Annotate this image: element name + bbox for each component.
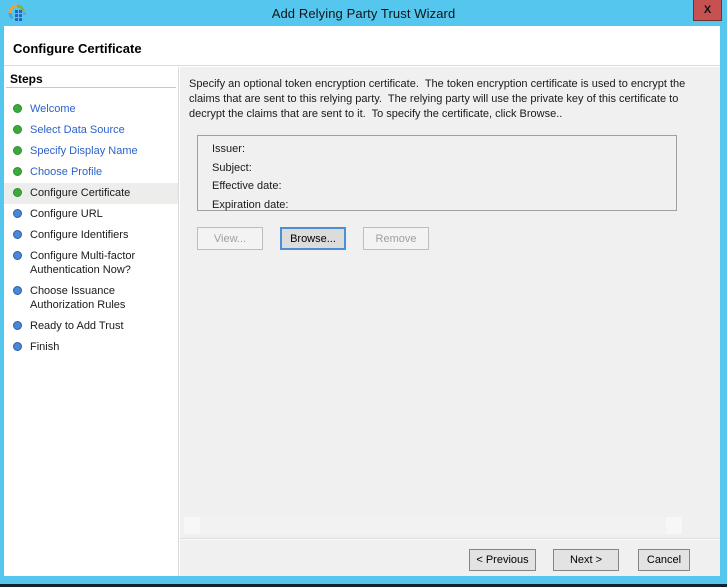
content-panel: Specify an optional token encryption cer… (180, 67, 720, 576)
step-item-select-data-source[interactable]: Select Data Source (4, 120, 178, 141)
step-pending-icon (13, 209, 22, 218)
step-label: Finish (30, 341, 60, 353)
step-item-specify-display-name[interactable]: Specify Display Name (4, 141, 178, 162)
step-item-configure-url: Configure URL (4, 204, 178, 225)
steps-title: Steps (10, 72, 43, 86)
scroll-left-button[interactable] (184, 517, 200, 534)
step-pending-icon (13, 286, 22, 295)
subject-label: Subject: (212, 161, 252, 174)
view-button[interactable]: View... (197, 227, 263, 250)
step-pending-icon (13, 342, 22, 351)
step-pending-icon (13, 251, 22, 260)
step-item-choose-profile[interactable]: Choose Profile (4, 162, 178, 183)
remove-button[interactable]: Remove (363, 227, 429, 250)
step-item-configure-certificate: Configure Certificate (4, 183, 178, 204)
step-item-finish: Finish (4, 337, 178, 358)
scroll-right-button[interactable] (666, 517, 682, 534)
step-item-configure-mfa: Configure Multi-factor Authentication No… (4, 246, 178, 281)
step-complete-icon (13, 104, 22, 113)
effective-date-label: Effective date: (212, 180, 282, 193)
step-item-welcome[interactable]: Welcome (4, 99, 178, 120)
window-body: Configure Certificate Steps Welcome Sele… (4, 26, 720, 576)
footer-bar: < Previous Next > Cancel (180, 538, 720, 576)
step-complete-icon (13, 167, 22, 176)
step-item-ready-to-add-trust: Ready to Add Trust (4, 316, 178, 337)
previous-button[interactable]: < Previous (469, 549, 536, 571)
step-item-configure-identifiers: Configure Identifiers (4, 225, 178, 246)
step-label: Specify Display Name (30, 145, 138, 157)
page-header: Configure Certificate (4, 26, 720, 66)
certificate-field-row: Issuer: (212, 140, 676, 159)
step-label: Choose Issuance Authorization Rules (30, 285, 126, 311)
step-complete-icon (13, 146, 22, 155)
step-label: Select Data Source (30, 124, 125, 136)
steps-panel: Steps Welcome Select Data Source Specify… (4, 67, 179, 576)
steps-list: Welcome Select Data Source Specify Displ… (4, 99, 178, 358)
next-button[interactable]: Next > (553, 549, 619, 571)
step-current-icon (13, 188, 22, 197)
certificate-field-row: Expiration date: (212, 196, 676, 215)
close-button[interactable]: X (693, 0, 722, 21)
window-title: Add Relying Party Trust Wizard (271, 5, 456, 21)
horizontal-scrollbar[interactable] (184, 517, 682, 534)
browse-button[interactable]: Browse... (280, 227, 346, 250)
steps-divider (6, 87, 176, 88)
step-complete-icon (13, 125, 22, 134)
step-label: Choose Profile (30, 166, 103, 178)
titlebar[interactable]: Add Relying Party Trust Wizard X (0, 0, 727, 26)
wizard-window: Add Relying Party Trust Wizard X Configu… (0, 0, 727, 587)
step-label: Ready to Add Trust (30, 320, 124, 332)
step-pending-icon (13, 230, 22, 239)
step-label: Configure Identifiers (30, 229, 129, 241)
step-pending-icon (13, 321, 22, 330)
expiration-date-label: Expiration date: (212, 198, 289, 211)
certificate-info-box: Issuer: Subject: Effective date: Expirat… (197, 135, 677, 211)
step-label: Configure Multi-factor Authentication No… (30, 250, 136, 276)
page-title: Configure Certificate (13, 41, 142, 56)
cancel-button[interactable]: Cancel (638, 549, 690, 571)
close-icon: X (703, 3, 712, 16)
certificate-field-row: Subject: (212, 159, 676, 178)
description-text: Specify an optional token encryption cer… (189, 78, 689, 120)
certificate-field-row: Effective date: (212, 177, 676, 196)
step-label: Welcome (30, 103, 76, 115)
step-item-choose-issuance-rules: Choose Issuance Authorization Rules (4, 281, 178, 316)
adfs-app-icon (7, 3, 27, 23)
issuer-label: Issuer: (212, 143, 246, 156)
step-label: Configure URL (30, 208, 103, 220)
step-label: Configure Certificate (30, 187, 131, 199)
